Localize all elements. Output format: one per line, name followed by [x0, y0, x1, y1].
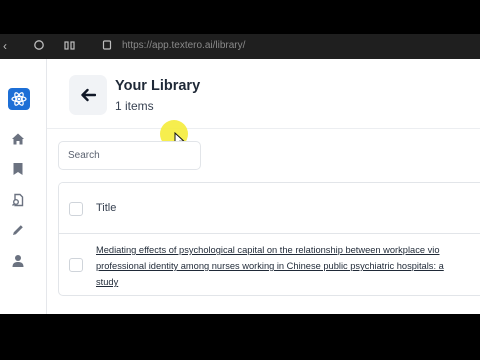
letterbox-top [0, 0, 480, 34]
table-row[interactable]: Mediating effects of psychological capit… [59, 234, 480, 295]
reload-icon[interactable] [33, 39, 45, 54]
search-field[interactable] [58, 141, 201, 170]
library-table: Title Mediating effects of psychological… [58, 182, 480, 296]
page-title: Your Library [115, 78, 201, 94]
select-all-checkbox[interactable] [69, 202, 83, 216]
back-nav-icon[interactable]: ‹ [3, 39, 7, 53]
column-header-title[interactable]: Title [96, 202, 116, 214]
site-info-icon[interactable] [102, 39, 112, 54]
user-icon [12, 255, 24, 267]
address-bar-url[interactable]: https://app.textero.ai/library/ [122, 40, 245, 51]
sidebar [0, 59, 47, 314]
sidebar-item-bookmarks[interactable] [10, 161, 26, 177]
atom-logo-icon [11, 92, 27, 106]
page-header: Your Library 1 items [47, 59, 480, 129]
title-line: study [96, 277, 119, 287]
row-checkbox[interactable] [69, 258, 83, 272]
document-title-link[interactable]: Mediating effects of psychological capit… [96, 242, 480, 290]
bookmark-icon [13, 163, 23, 175]
app-window: Your Library 1 items Title Mediating eff… [0, 59, 480, 314]
back-button[interactable] [69, 75, 107, 115]
item-count: 1 items [115, 99, 154, 113]
letterbox-bottom [0, 314, 480, 360]
browser-toolbar: ‹ https://app.textero.ai/library/ [0, 34, 480, 59]
table-header: Title [59, 183, 480, 234]
sidebar-item-home[interactable] [10, 131, 26, 147]
sidebar-item-profile[interactable] [10, 253, 26, 269]
title-line: professional identity among nurses worki… [96, 261, 444, 271]
title-line: Mediating effects of psychological capit… [96, 245, 440, 255]
sidebar-item-editor[interactable] [10, 222, 26, 238]
app-logo[interactable] [8, 88, 30, 110]
sidebar-item-document-search[interactable] [10, 192, 26, 208]
home-icon [12, 133, 24, 145]
document-search-icon [12, 193, 24, 207]
search-input[interactable] [59, 142, 200, 169]
extensions-icon[interactable] [64, 39, 76, 54]
arrow-left-icon [81, 88, 96, 102]
pencil-icon [13, 225, 23, 235]
